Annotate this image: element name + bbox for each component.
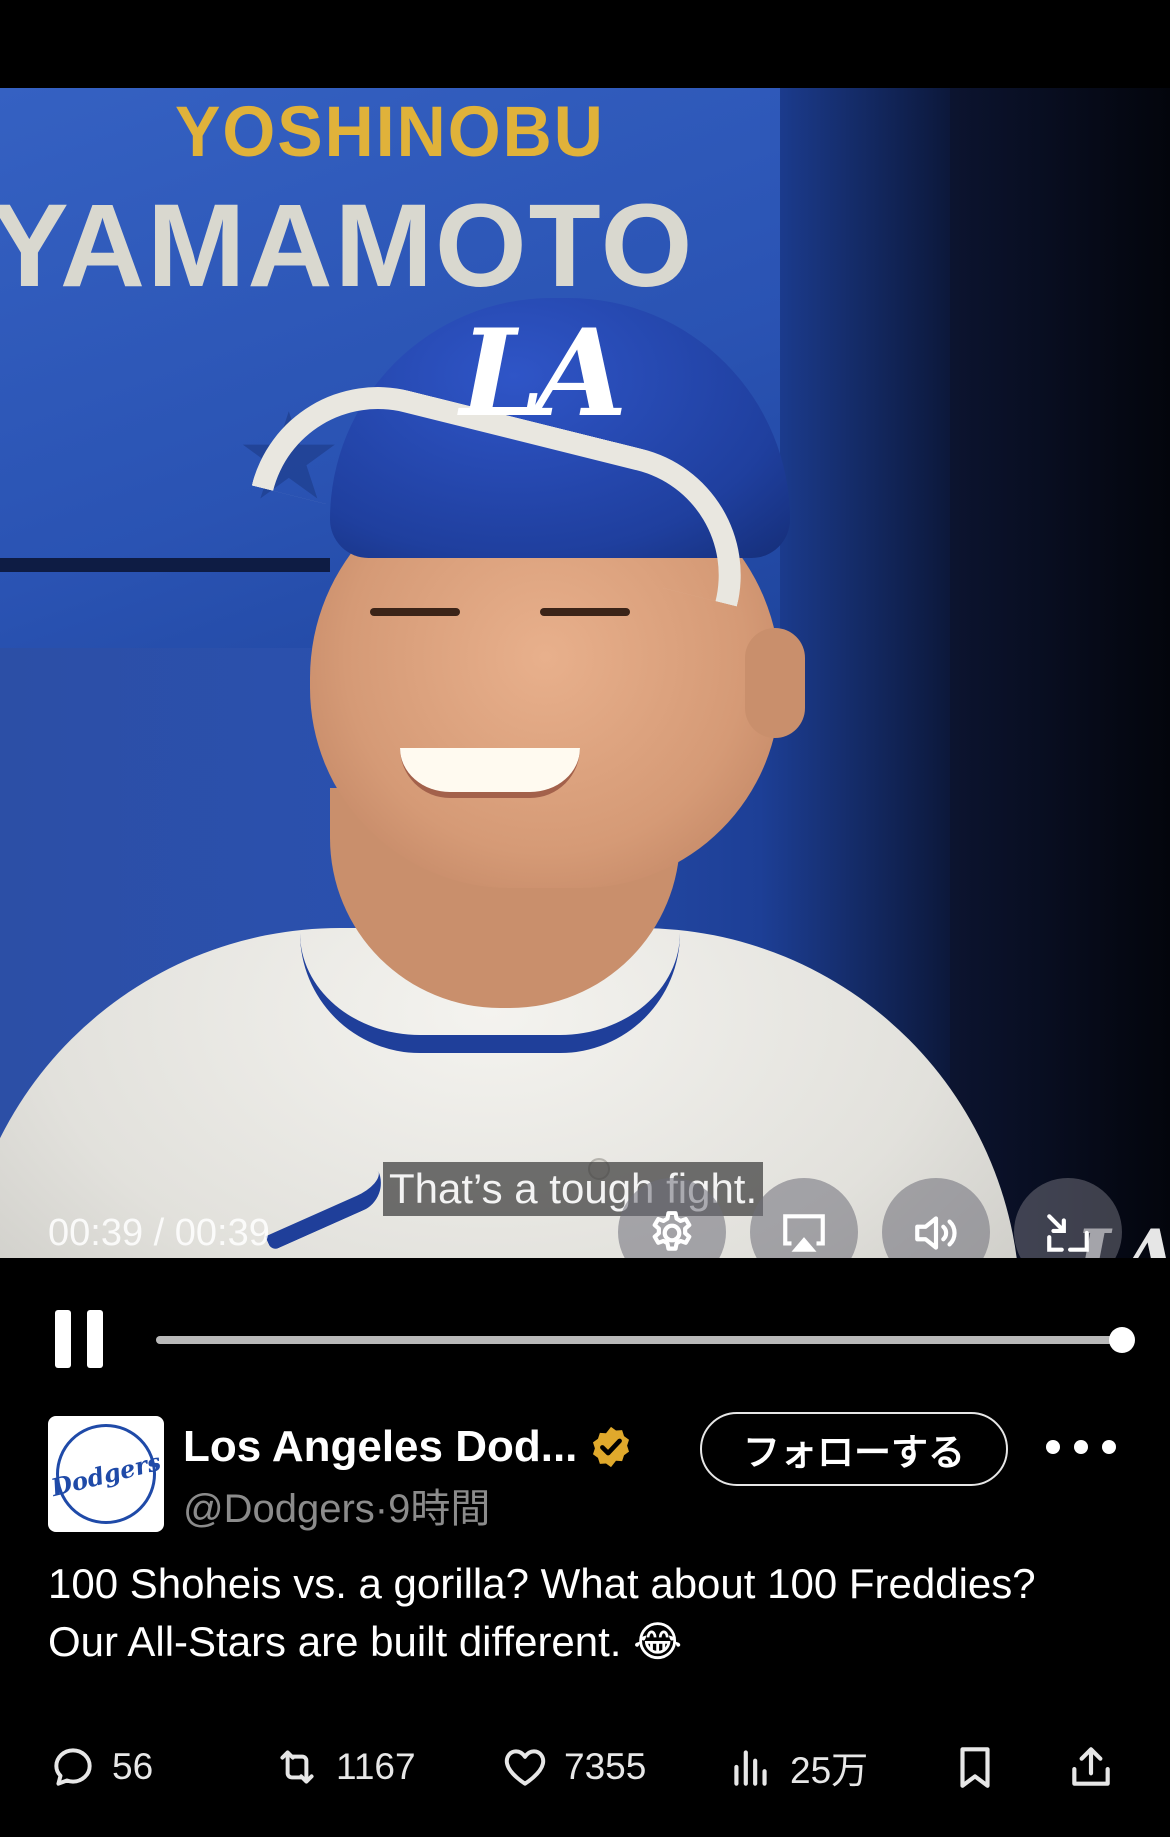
views-button[interactable]: 25万 [726, 1740, 868, 1794]
cap-logo: LA [460, 303, 628, 444]
gear-icon [652, 1211, 692, 1251]
more-icon-dot [1046, 1440, 1060, 1454]
progress-bar[interactable] [156, 1327, 1135, 1353]
player-ear [745, 628, 805, 738]
post-time: 9時間 [388, 1487, 491, 1531]
more-icon-dot [1102, 1440, 1116, 1454]
follow-button[interactable]: フォローする [700, 1412, 1008, 1486]
avatar[interactable]: Dodgers [48, 1416, 164, 1532]
retweet-count: 1167 [336, 1746, 416, 1787]
verified-badge-icon [592, 1426, 630, 1468]
views-count: 25万 [790, 1750, 869, 1791]
meta-separator: · [374, 1487, 389, 1531]
backdrop-first-name: YOSHINOBU [175, 92, 605, 172]
backdrop-shadow [950, 88, 1170, 1258]
progress-scrubber-handle[interactable] [1109, 1327, 1135, 1353]
pause-icon-bar-left [55, 1310, 71, 1368]
retweet-icon [280, 1750, 314, 1784]
views-chart-icon [734, 1750, 767, 1786]
player-eye-right [540, 608, 630, 616]
more-icon-dot [1074, 1440, 1088, 1454]
reply-icon [54, 1748, 92, 1786]
progress-fill [156, 1336, 1122, 1344]
pause-button[interactable] [55, 1310, 105, 1368]
retweet-button[interactable]: 1167 [272, 1740, 416, 1794]
player-eye-left [370, 608, 460, 616]
bookmark-icon [960, 1747, 990, 1788]
author-name[interactable]: Los Angeles Dod... [183, 1422, 577, 1472]
like-button[interactable]: 7355 [500, 1740, 646, 1794]
reply-button[interactable]: 56 [48, 1740, 153, 1794]
exit-fullscreen-icon [1047, 1214, 1089, 1252]
author-meta: @Dodgers·9時間 [183, 1476, 490, 1534]
volume-icon [915, 1216, 957, 1250]
more-options-button[interactable] [1046, 1422, 1116, 1472]
video-player[interactable]: YOSHINOBU YAMAMOTO ★ LA LA That’s a toug… [0, 88, 1170, 1258]
video-timecode: 00:39 / 00:39 [48, 1212, 270, 1254]
backdrop-last-name: YAMAMOTO [0, 180, 695, 312]
airplay-icon [783, 1214, 825, 1252]
dodgers-logo: Dodgers [48, 1424, 164, 1524]
bookmark-button[interactable] [950, 1740, 1000, 1794]
share-button[interactable] [1066, 1740, 1116, 1794]
heart-icon [504, 1749, 546, 1786]
jersey-collar [300, 933, 680, 1053]
author-handle[interactable]: @Dodgers [183, 1487, 375, 1531]
share-icon [1072, 1747, 1110, 1786]
tweet-text: 100 Shoheis vs. a gorilla? What about 10… [48, 1560, 1036, 1665]
backdrop-strip [0, 558, 330, 572]
reply-count: 56 [112, 1746, 154, 1787]
avatar-logo-text: Dodgers [48, 1446, 164, 1502]
player-smile [400, 748, 580, 798]
like-count: 7355 [564, 1746, 647, 1787]
pause-icon-bar-right [87, 1310, 103, 1368]
